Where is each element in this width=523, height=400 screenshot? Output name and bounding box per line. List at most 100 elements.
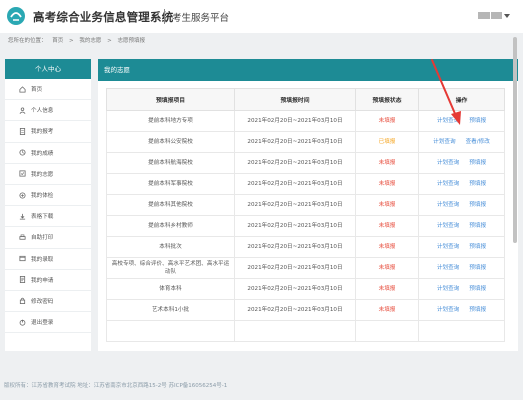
main-panel: 我的志愿 预填报项目 预填报时间 预填报状态 操作 提前本科地方专项 2021年0… bbox=[98, 59, 518, 351]
cell-project: 提前本科公安院校 bbox=[106, 131, 235, 153]
plan-query-link[interactable]: 计划查询 bbox=[437, 181, 459, 187]
breadcrumb-item-home[interactable]: 首页 bbox=[52, 38, 63, 44]
cell-status: 未填报 bbox=[355, 299, 419, 321]
cell-status: 未填报 bbox=[355, 215, 419, 237]
cell-time: 2021年02月20日~2021年03月10日 bbox=[234, 152, 356, 174]
sidebar-item-password[interactable]: 修改密码 bbox=[5, 291, 91, 313]
volunteer-table: 预填报项目 预填报时间 预填报状态 操作 提前本科地方专项 2021年02月20日… bbox=[106, 88, 505, 342]
sidebar-item-download[interactable]: 表格下载 bbox=[5, 206, 91, 228]
checkup-icon bbox=[19, 192, 26, 199]
cell-actions: 计划查询 预填报 bbox=[418, 173, 505, 195]
prefill-link[interactable]: 预填报 bbox=[469, 202, 486, 208]
username bbox=[491, 12, 502, 19]
logout-icon bbox=[19, 319, 26, 326]
plan-query-link[interactable]: 计划查询 bbox=[437, 160, 459, 166]
sidebar-item-checkup[interactable]: 我的体检 bbox=[5, 185, 91, 207]
cell-project: 提前本科航海院校 bbox=[106, 152, 235, 174]
table-row: 高校专项、综合评价、高水平艺术团、高水平运动队 2021年02月20日~2021年… bbox=[106, 257, 505, 279]
breadcrumb-separator: > bbox=[69, 38, 74, 44]
sidebar-item-application[interactable]: 我的申请 bbox=[5, 270, 91, 291]
plan-query-link[interactable]: 计划查询 bbox=[437, 118, 459, 124]
logo-icon bbox=[7, 7, 25, 25]
plan-query-link[interactable]: 计划查询 bbox=[437, 307, 459, 313]
plan-query-link[interactable]: 计划查询 bbox=[437, 202, 459, 208]
prefill-link[interactable]: 预填报 bbox=[469, 160, 486, 166]
sidebar-title: 个人中心 bbox=[5, 59, 91, 79]
sidebar-item-label: 我的志愿 bbox=[31, 171, 54, 178]
prefill-link[interactable]: 预填报 bbox=[469, 181, 486, 187]
cell-project: 提前本科军事院校 bbox=[106, 173, 235, 195]
prefill-link[interactable]: 预填报 bbox=[469, 286, 486, 292]
cell-status: 未填报 bbox=[355, 236, 419, 258]
platform-subtitle: 考生服务平台 bbox=[172, 13, 230, 24]
cell-time: 2021年02月20日~2021年03月10日 bbox=[234, 236, 356, 258]
breadcrumb-separator: > bbox=[107, 38, 112, 44]
cell-actions: 计划查询 预填报 bbox=[418, 194, 505, 216]
sidebar-item-print[interactable]: 自助打印 bbox=[5, 227, 91, 249]
person-icon bbox=[19, 107, 26, 114]
prefill-link[interactable]: 预填报 bbox=[469, 244, 486, 250]
admission-icon bbox=[19, 256, 26, 262]
sidebar-item-label: 首页 bbox=[31, 87, 43, 94]
table-row: 体育本科 2021年02月20日~2021年03月10日 未填报 计划查询 预填报 bbox=[106, 278, 505, 300]
cell-actions: 计划查询 预填报 bbox=[418, 236, 505, 258]
prefill-link[interactable]: 预填报 bbox=[469, 223, 486, 229]
cell-project: 高校专项、综合评价、高水平艺术团、高水平运动队 bbox=[106, 257, 235, 279]
sidebar-item-label: 退出登录 bbox=[31, 320, 54, 327]
cell-time: 2021年02月20日~2021年03月10日 bbox=[234, 257, 356, 279]
sidebar-item-label: 表格下载 bbox=[31, 214, 54, 221]
plan-query-link[interactable]: 计划查询 bbox=[433, 139, 455, 145]
breadcrumb-label: 您所在的位置： bbox=[8, 38, 47, 44]
page-scrollbar[interactable] bbox=[513, 37, 517, 243]
sidebar-item-label: 我的申请 bbox=[31, 277, 54, 284]
sidebar-item-volunteer[interactable]: 我的志愿 bbox=[5, 164, 91, 185]
prefill-link[interactable]: 预填报 bbox=[469, 118, 486, 124]
cell-time: 2021年02月20日~2021年03月10日 bbox=[234, 173, 356, 195]
column-header-status: 预填报状态 bbox=[355, 88, 419, 111]
breadcrumb-item-current: 志愿预填报 bbox=[117, 38, 146, 44]
cell-project: 本科批次 bbox=[106, 236, 235, 258]
sidebar-item-home[interactable]: 首页 bbox=[5, 79, 91, 101]
cell-project bbox=[106, 320, 235, 342]
cell-actions: 计划查询 预填报 bbox=[418, 215, 505, 237]
table-row: 提前本科航海院校 2021年02月20日~2021年03月10日 未填报 计划查询 预填… bbox=[106, 152, 505, 174]
sidebar-item-registration[interactable]: 我的报考 bbox=[5, 121, 91, 143]
sidebar-item-label: 我的体检 bbox=[31, 193, 54, 200]
table-row: 提前本科军事院校 2021年02月20日~2021年03月10日 未填报 计划查询 预填… bbox=[106, 173, 505, 195]
lock-icon bbox=[19, 298, 26, 305]
table-row bbox=[106, 320, 505, 342]
score-icon bbox=[19, 149, 26, 156]
sidebar-item-admission[interactable]: 我的录取 bbox=[5, 249, 91, 270]
sidebar-item-scores[interactable]: 我的成绩 bbox=[5, 143, 91, 164]
plan-query-link[interactable]: 计划查询 bbox=[437, 223, 459, 229]
sidebar-item-label: 个人信息 bbox=[31, 108, 54, 115]
cell-actions: 计划查询 预填报 bbox=[418, 110, 505, 132]
plan-query-link[interactable]: 计划查询 bbox=[437, 265, 459, 271]
home-icon bbox=[19, 85, 26, 93]
cell-status: 未填报 bbox=[355, 257, 419, 279]
view-edit-link[interactable]: 查看/修改 bbox=[466, 139, 490, 145]
sidebar-item-logout[interactable]: 退出登录 bbox=[5, 312, 91, 334]
cell-time: 2021年02月20日~2021年03月10日 bbox=[234, 131, 356, 153]
sidebar-item-profile[interactable]: 个人信息 bbox=[5, 100, 91, 122]
prefill-link[interactable]: 预填报 bbox=[469, 307, 486, 313]
breadcrumb-item-volunteer[interactable]: 我的志愿 bbox=[79, 38, 101, 44]
table-row: 提前本科公安院校 2021年02月20日~2021年03月10日 已填报 计划查询 查看… bbox=[106, 131, 505, 153]
cell-time bbox=[234, 320, 356, 342]
column-header-actions: 操作 bbox=[418, 88, 505, 111]
print-icon bbox=[19, 234, 26, 240]
cell-status: 未填报 bbox=[355, 278, 419, 300]
plan-query-link[interactable]: 计划查询 bbox=[437, 286, 459, 292]
cell-project: 艺术本科1小批 bbox=[106, 299, 235, 321]
cell-actions: 计划查询 预填报 bbox=[418, 278, 505, 300]
plan-query-link[interactable]: 计划查询 bbox=[437, 244, 459, 250]
sidebar-item-label: 我的成绩 bbox=[31, 150, 54, 157]
cell-actions: 计划查询 查看/修改 bbox=[418, 131, 505, 153]
table-body: 提前本科地方专项 2021年02月20日~2021年03月10日 未填报 计划查询 预填… bbox=[106, 110, 505, 342]
table-row: 提前本科地方专项 2021年02月20日~2021年03月10日 未填报 计划查询 预填… bbox=[106, 110, 505, 132]
sidebar: 个人中心 首页 个人信息 我的报考 我的成绩 我的志愿 我的体检 表格下载 自助… bbox=[5, 59, 91, 351]
panel-title: 我的志愿 bbox=[98, 59, 518, 81]
prefill-link[interactable]: 预填报 bbox=[469, 265, 486, 271]
sidebar-item-label: 修改密码 bbox=[31, 298, 54, 305]
cell-project: 体育本科 bbox=[106, 278, 235, 300]
